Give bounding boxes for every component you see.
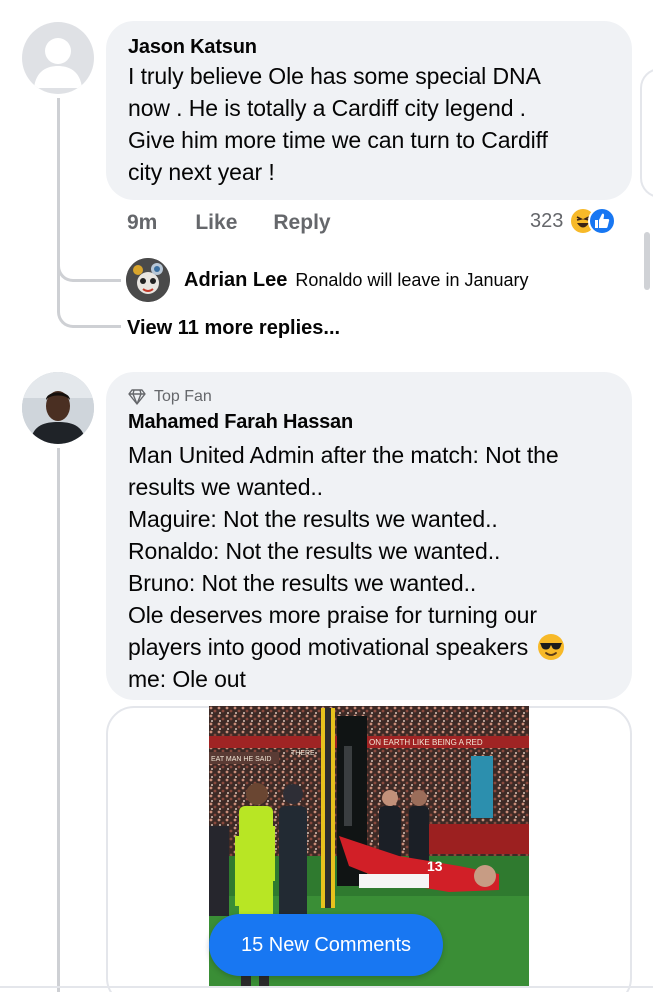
comment-text-line: results we wanted.. [128, 474, 323, 500]
reply-author[interactable]: Adrian Lee [184, 269, 287, 292]
comment-text-line: I truly believe Ole has some special DNA [128, 63, 541, 89]
like-button[interactable]: Like [195, 211, 237, 235]
comment-text: I truly believe Ole has some special DNA… [128, 60, 610, 188]
comment-author[interactable]: Mahamed Farah Hassan [128, 409, 610, 435]
bottom-divider [0, 986, 653, 988]
comment-text-line: me: Ole out [128, 666, 246, 692]
reply-text: Ronaldo will leave in January [295, 269, 529, 290]
avatar-default[interactable] [22, 22, 94, 94]
comment-text-line: city next year ! [128, 159, 275, 185]
like-icon [588, 207, 617, 235]
reply-button[interactable]: Reply [273, 211, 330, 235]
comment-text-line: players into good motivational speakers [128, 634, 529, 660]
reply-item[interactable]: Adrian Lee Ronaldo will leave in January [126, 257, 529, 303]
view-more-replies-link[interactable]: View 11 more replies... [127, 317, 340, 340]
avatar[interactable] [22, 372, 94, 444]
new-comments-button[interactable]: 15 New Comments [209, 914, 443, 976]
thread-elbow-reply [57, 262, 121, 282]
comment-text-line: now . He is totally a Cardiff city legen… [128, 95, 526, 121]
thread-elbow-more [57, 280, 121, 328]
comment-text-line: Bruno: Not the results we wanted.. [128, 570, 477, 596]
reaction-summary[interactable]: 323 [530, 205, 617, 237]
comment-text-line-with-emoji: players into good motivational speakers [128, 631, 610, 663]
banner-mid-text: THERE [291, 750, 315, 757]
diamond-icon [128, 389, 146, 405]
reaction-count: 323 [530, 209, 564, 232]
comment-text: Man United Admin after the match: Not th… [128, 439, 610, 695]
sunglasses-emoji [538, 634, 565, 660]
comment-text-line: Man United Admin after the match: Not th… [128, 442, 559, 468]
comment-text-line: Ronaldo: Not the results we wanted.. [128, 538, 501, 564]
banner-top-text: ON EARTH LIKE BEING A RED [369, 738, 483, 747]
scrollbar[interactable] [644, 232, 650, 290]
banner-left-text: EAT MAN HE SAID [211, 756, 271, 763]
top-fan-label: Top Fan [154, 388, 212, 405]
comment-author[interactable]: Jason Katsun [128, 34, 610, 60]
adjacent-post-card-edge [640, 68, 653, 198]
comment-bubble[interactable]: Top Fan Mahamed Farah Hassan Man United … [106, 372, 632, 700]
comment-text-line: Ole deserves more praise for turning our [128, 602, 537, 628]
top-fan-badge: Top Fan [128, 387, 610, 407]
reply-avatar[interactable] [126, 258, 170, 302]
comment-bubble[interactable]: Jason Katsun I truly believe Ole has som… [106, 21, 632, 200]
shirt-number: 13 [427, 858, 443, 874]
thread-line [57, 98, 60, 288]
comment-text-line: Give him more time we can turn to Cardif… [128, 127, 548, 153]
user-silhouette-icon [34, 38, 82, 88]
comment-timestamp: 9m [127, 211, 158, 234]
thread-line [57, 448, 60, 992]
comment-text-line: Maguire: Not the results we wanted.. [128, 506, 498, 532]
